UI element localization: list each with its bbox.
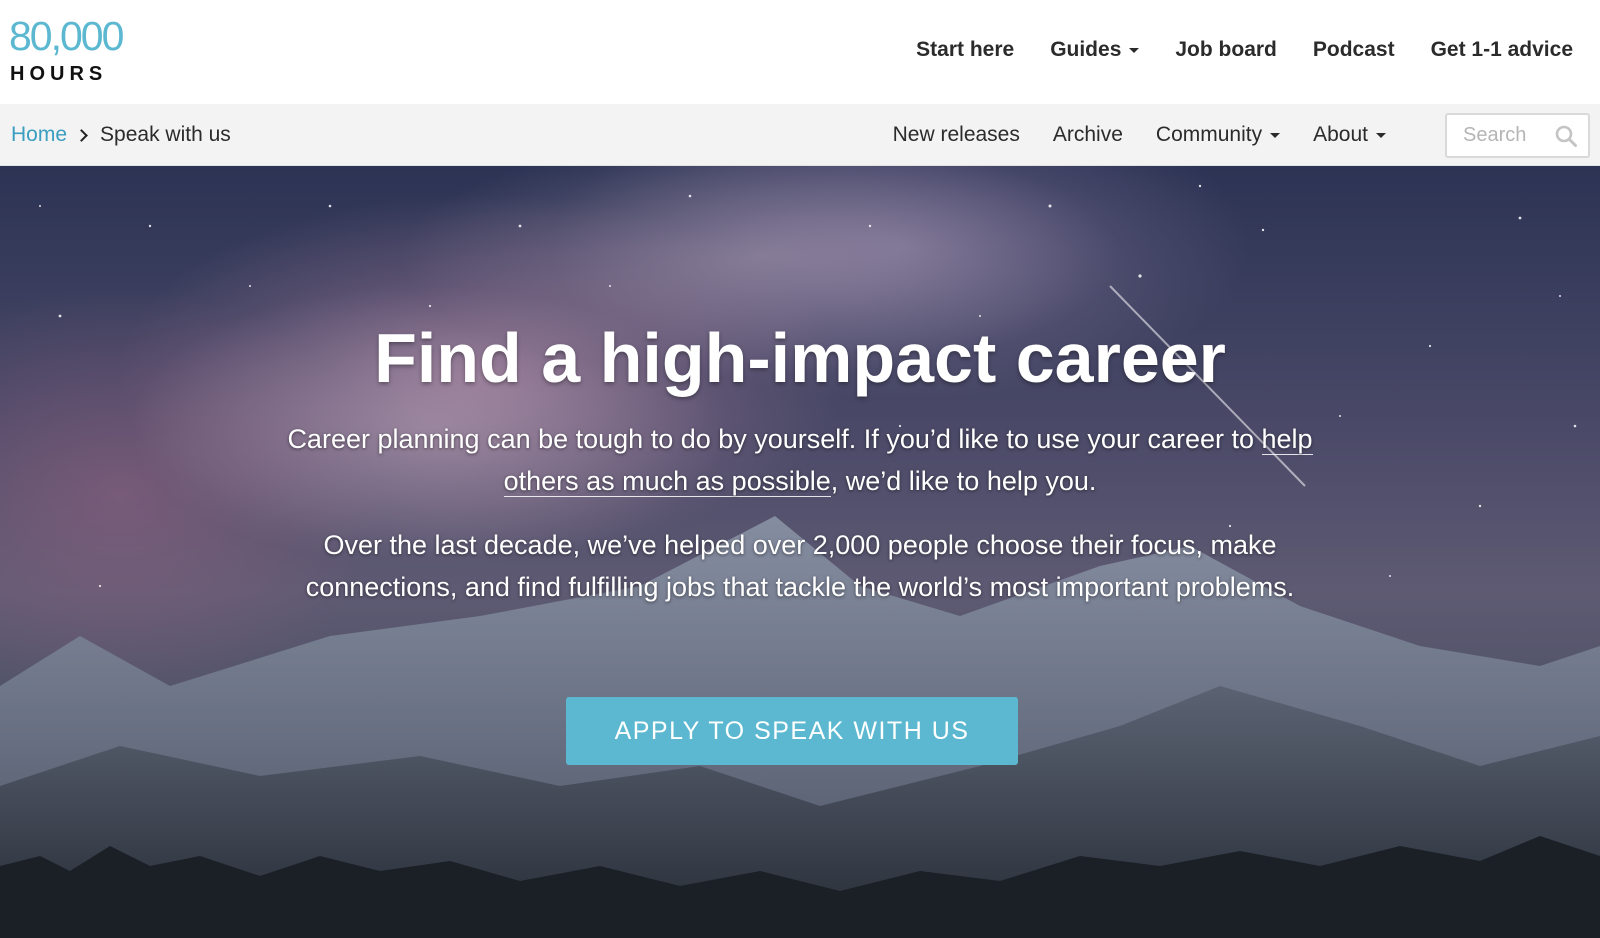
search-icon[interactable] (1554, 124, 1578, 148)
subnav-label: Community (1155, 123, 1263, 146)
hero-intro-text: Career planning can be tough to do by yo… (287, 424, 1262, 454)
chevron-right-icon (75, 128, 88, 142)
site-header: 80,000 HOURS Start here Guides Job board… (0, 0, 1600, 104)
nav-job-board[interactable]: Job board (1175, 38, 1277, 62)
secondary-bar: Home Speak with us New releases Archive … (0, 104, 1600, 166)
subnav-about[interactable]: About (1313, 123, 1386, 147)
logo-word: HOURS (10, 63, 108, 85)
hero-intro-text-end: , we’d like to help you. (830, 466, 1097, 496)
site-logo[interactable]: 80,000 HOURS (9, 16, 124, 88)
nav-label: Start here (916, 38, 1015, 61)
caret-down-icon (1376, 132, 1386, 138)
subnav-community[interactable]: Community (1155, 123, 1281, 147)
subnav-archive[interactable]: Archive (1053, 123, 1123, 147)
hero-intro: Career planning can be tough to do by yo… (270, 418, 1330, 502)
breadcrumb-current: Speak with us (100, 123, 231, 146)
subnav-label: About (1313, 123, 1368, 146)
search-input[interactable] (1463, 124, 1563, 147)
caret-down-icon (1129, 47, 1140, 53)
nav-get-advice[interactable]: Get 1-1 advice (1431, 38, 1573, 62)
secondary-nav: New releases Archive Community About (893, 104, 1386, 166)
nav-podcast[interactable]: Podcast (1313, 38, 1395, 62)
breadcrumb: Home Speak with us (11, 104, 231, 166)
hero-description: Over the last decade, we’ve helped over … (305, 530, 1295, 602)
nav-start-here[interactable]: Start here (916, 38, 1014, 62)
nav-label: Podcast (1312, 38, 1395, 61)
subnav-label: Archive (1052, 123, 1123, 146)
breadcrumb-home[interactable]: Home (11, 123, 67, 147)
hero-content: Find a high-impact career Career plannin… (0, 166, 1600, 938)
nav-guides[interactable]: Guides (1050, 38, 1140, 62)
main-nav: Start here Guides Job board Podcast Get … (916, 33, 1573, 67)
subnav-label: New releases (892, 123, 1020, 146)
nav-label: Job board (1175, 38, 1277, 61)
apply-to-speak-button[interactable]: APPLY TO SPEAK WITH US (566, 697, 1018, 765)
search-box (1445, 113, 1590, 158)
hero-section: Find a high-impact career Career plannin… (0, 166, 1600, 938)
nav-label: Guides (1050, 38, 1122, 61)
nav-label: Get 1-1 advice (1430, 38, 1573, 61)
hero-title: Find a high-impact career (374, 319, 1226, 397)
caret-down-icon (1270, 132, 1281, 138)
logo-number: 80,000 (9, 13, 124, 59)
subnav-new-releases[interactable]: New releases (893, 123, 1020, 147)
